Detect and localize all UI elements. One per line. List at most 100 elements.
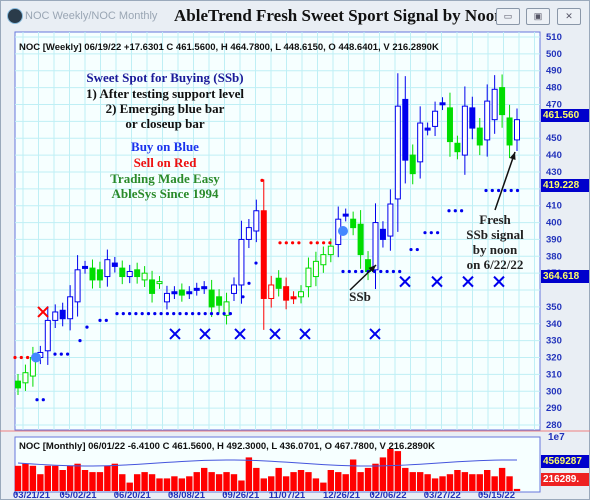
candle-body bbox=[171, 291, 178, 295]
volume-bar bbox=[89, 472, 96, 491]
stop-dot bbox=[134, 312, 138, 316]
candle-body bbox=[454, 142, 461, 153]
y-tick-label: 500 bbox=[546, 49, 562, 60]
candle-body bbox=[238, 238, 245, 286]
stop-dot bbox=[128, 312, 132, 316]
volume-bar bbox=[59, 470, 66, 491]
volume-bar bbox=[342, 474, 349, 491]
x-tick-label: 05/15/22 bbox=[478, 490, 515, 500]
stop-dot bbox=[41, 398, 45, 402]
candle-body bbox=[298, 291, 305, 298]
stop-dot bbox=[172, 312, 176, 316]
candle-body bbox=[283, 286, 290, 301]
candle-body bbox=[149, 279, 156, 294]
ssb-rule-2: 2) Emerging blue bar bbox=[105, 101, 225, 116]
candle-body bbox=[96, 269, 103, 281]
stop-dot bbox=[121, 312, 125, 316]
stop-dot bbox=[436, 231, 440, 235]
volume-bar bbox=[484, 470, 491, 491]
candle-body bbox=[193, 287, 200, 291]
volume-bar bbox=[446, 474, 454, 491]
volume-bar bbox=[349, 459, 357, 491]
fresh-label-1: Fresh bbox=[479, 212, 511, 227]
volume-bar bbox=[171, 476, 178, 491]
candle-body bbox=[461, 105, 468, 156]
stop-dot bbox=[415, 247, 419, 252]
stop-dot bbox=[360, 269, 364, 274]
candle-body bbox=[156, 281, 163, 285]
y-tick-label: 330 bbox=[546, 336, 562, 347]
stop-dot bbox=[59, 352, 63, 356]
volume-bar bbox=[357, 472, 364, 491]
candle-body bbox=[409, 154, 416, 175]
volume-bar bbox=[119, 474, 126, 491]
fresh-label-3: by noon bbox=[472, 242, 518, 257]
stop-dot bbox=[222, 312, 226, 316]
volume-bar bbox=[372, 463, 379, 491]
y-tick-label: 390 bbox=[546, 234, 562, 245]
stop-dot bbox=[26, 355, 30, 360]
candle-body bbox=[439, 102, 446, 106]
candle-body bbox=[111, 262, 118, 267]
sell-on-red: Sell on Red bbox=[133, 155, 197, 170]
lower-stop-tag: 364.618 bbox=[541, 270, 589, 283]
volume-bar bbox=[52, 465, 59, 491]
volume-bar bbox=[111, 463, 119, 491]
y-tick-label: 430 bbox=[546, 167, 562, 178]
y-tick-label: 340 bbox=[546, 319, 562, 330]
volume-current-tag: 216289. bbox=[541, 473, 589, 486]
volume-bar bbox=[394, 451, 402, 491]
fresh-label-2: SSb signal bbox=[466, 227, 524, 242]
volume-bar bbox=[141, 472, 148, 491]
volume-bar bbox=[409, 472, 416, 491]
volume-bar bbox=[290, 472, 297, 491]
volume-bar bbox=[74, 463, 81, 491]
y-tick-label: 410 bbox=[546, 201, 562, 212]
stop-dot bbox=[447, 209, 451, 213]
volume-bar bbox=[305, 472, 312, 491]
candle-body bbox=[104, 259, 111, 278]
price-info-line: NOC [Weekly] 06/19/22 +17.6301 C 461.560… bbox=[19, 42, 439, 53]
volume-bar bbox=[193, 472, 200, 491]
y-tick-label: 400 bbox=[546, 218, 562, 229]
volume-bar bbox=[245, 457, 253, 491]
candle-body bbox=[89, 267, 96, 281]
candle-body bbox=[491, 88, 498, 121]
stop-dot bbox=[153, 312, 157, 316]
stop-dot bbox=[291, 241, 295, 245]
stop-dot bbox=[354, 269, 358, 274]
candle-body bbox=[119, 267, 126, 278]
volume-bar bbox=[454, 470, 461, 491]
candle-body bbox=[506, 117, 513, 146]
volume-bar bbox=[461, 472, 469, 491]
candle-body bbox=[499, 87, 506, 116]
stop-dot bbox=[509, 188, 513, 193]
candle-body bbox=[342, 213, 349, 217]
volume-bar bbox=[186, 476, 193, 491]
volume-info-line: NOC [Monthly] 06/01/22 -6.4100 C 461.560… bbox=[19, 441, 435, 452]
stop-dot bbox=[66, 352, 70, 356]
candle-body bbox=[290, 296, 297, 300]
volume-bar bbox=[327, 470, 335, 491]
x-tick-label: 08/08/21 bbox=[168, 490, 206, 500]
stop-dot bbox=[484, 188, 488, 193]
stop-dot bbox=[429, 231, 433, 235]
candle-body bbox=[424, 127, 431, 131]
candle-body bbox=[417, 122, 424, 163]
volume-bar bbox=[506, 476, 513, 491]
volume-bar bbox=[260, 478, 267, 491]
x-tick-label: 03/21/21 bbox=[13, 490, 51, 500]
stop-dot bbox=[104, 318, 108, 323]
candle-body bbox=[59, 309, 66, 320]
y-tick-label: 350 bbox=[546, 302, 562, 313]
y-tick-label: 480 bbox=[546, 83, 562, 94]
volume-bar bbox=[14, 465, 22, 491]
volume-bar bbox=[402, 467, 409, 491]
stop-dot bbox=[315, 241, 319, 245]
volume-bar bbox=[282, 476, 290, 491]
volume-bar bbox=[44, 465, 51, 491]
stop-dot bbox=[216, 312, 220, 316]
ssb-title: Sweet Spot for Buying (SSb) bbox=[86, 70, 244, 85]
volume-bar bbox=[29, 465, 37, 491]
stop-dot bbox=[254, 261, 258, 265]
